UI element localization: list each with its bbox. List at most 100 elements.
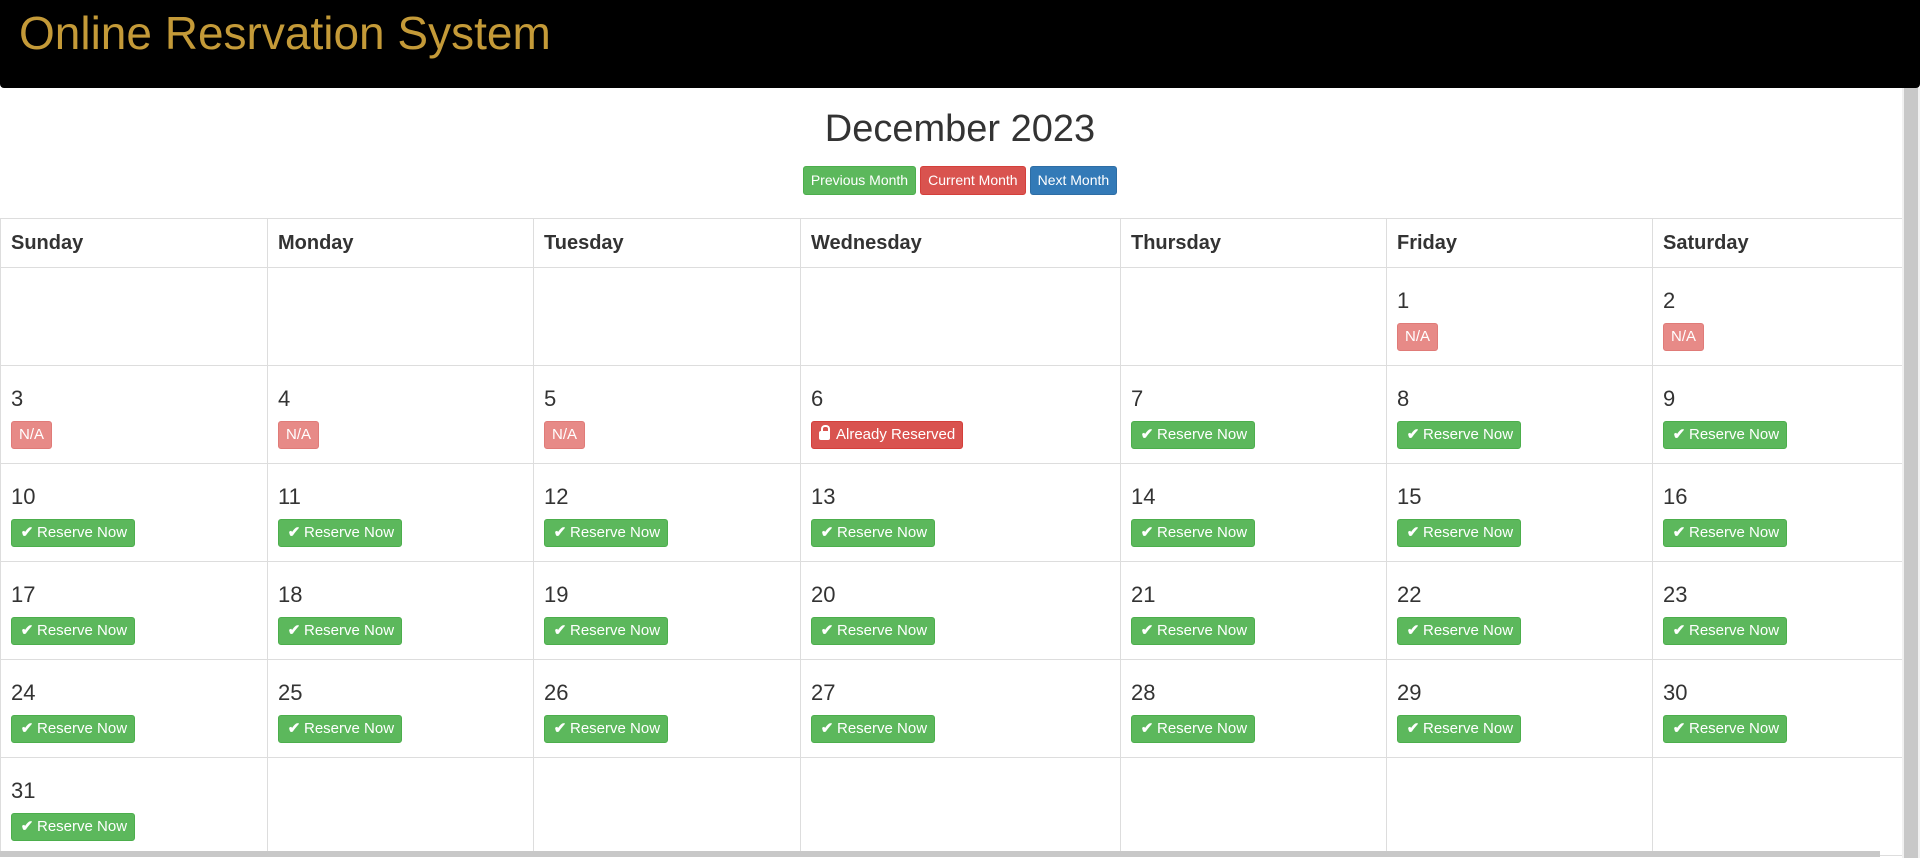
reserve-now-button[interactable]: ✔ Reserve Now: [1131, 519, 1256, 547]
calendar-day-cell: 16 ✔ Reserve Now: [1652, 463, 1903, 562]
checkmark-icon: ✔: [1672, 622, 1686, 639]
calendar-day-cell: 30 ✔ Reserve Now: [1652, 659, 1903, 758]
weekday-header: Sunday: [0, 218, 268, 268]
calendar-day-cell: 6 Already Reserved: [800, 365, 1121, 464]
checkmark-icon: ✔: [1406, 524, 1420, 541]
calendar-day-cell: 28 ✔ Reserve Now: [1120, 659, 1387, 758]
app-title[interactable]: Online Resrvation System: [19, 6, 551, 60]
reserve-now-button[interactable]: ✔ Reserve Now: [1397, 617, 1522, 645]
reserve-now-label: Reserve Now: [1157, 524, 1248, 541]
lock-icon: [819, 425, 830, 440]
reserve-now-label: Reserve Now: [37, 524, 128, 541]
calendar-empty-cell: [533, 267, 801, 366]
day-number: 4: [278, 386, 291, 411]
weekday-header: Thursday: [1120, 218, 1387, 268]
calendar-day-cell: 4 N/A: [267, 365, 534, 464]
calendar-empty-cell: [800, 267, 1121, 366]
calendar-day-cell: 12 ✔ Reserve Now: [533, 463, 801, 562]
vertical-scrollbar-thumb[interactable]: [1904, 88, 1918, 858]
reserve-now-label: Reserve Now: [837, 720, 928, 737]
day-number: 23: [1663, 582, 1688, 607]
calendar-day-cell: 29 ✔ Reserve Now: [1386, 659, 1653, 758]
weekday-header: Saturday: [1652, 218, 1903, 268]
already-reserved-label: Already Reserved: [836, 426, 956, 443]
not-available-badge: N/A: [11, 421, 53, 449]
reserve-now-button[interactable]: ✔ Reserve Now: [1663, 519, 1788, 547]
checkmark-icon: ✔: [1140, 524, 1154, 541]
reserve-now-label: Reserve Now: [1423, 720, 1514, 737]
reserve-now-button[interactable]: ✔ Reserve Now: [11, 519, 136, 547]
reserve-now-label: Reserve Now: [1689, 622, 1780, 639]
reserve-now-button[interactable]: ✔ Reserve Now: [278, 519, 403, 547]
checkmark-icon: ✔: [1140, 622, 1154, 639]
calendar-week-row: 3 N/A 4 N/A 5 N/A 6 Already Reserved 7 ✔ Reserve N…: [0, 365, 1903, 464]
day-number: 2: [1663, 288, 1676, 313]
reserve-now-label: Reserve Now: [1157, 720, 1248, 737]
not-available-label: N/A: [19, 426, 45, 443]
reserve-now-button[interactable]: ✔ Reserve Now: [11, 813, 136, 841]
reserve-now-button[interactable]: ✔ Reserve Now: [1131, 617, 1256, 645]
reserve-now-button[interactable]: ✔ Reserve Now: [1397, 519, 1522, 547]
checkmark-icon: ✔: [553, 622, 567, 639]
reserve-now-button[interactable]: ✔ Reserve Now: [278, 617, 403, 645]
calendar-empty-cell: [1120, 757, 1387, 856]
weekday-header: Friday: [1386, 218, 1653, 268]
calendar-day-cell: 13 ✔ Reserve Now: [800, 463, 1121, 562]
calendar-week-row: 31 ✔ Reserve Now: [0, 757, 1903, 856]
reserve-now-button[interactable]: ✔ Reserve Now: [544, 617, 669, 645]
reserve-now-label: Reserve Now: [304, 720, 395, 737]
reserve-now-button[interactable]: ✔ Reserve Now: [1663, 617, 1788, 645]
day-number: 16: [1663, 484, 1688, 509]
day-number: 28: [1131, 680, 1156, 705]
top-navbar: Online Resrvation System: [0, 0, 1920, 88]
day-number: 22: [1397, 582, 1422, 607]
day-number: 26: [544, 680, 569, 705]
day-number: 27: [811, 680, 836, 705]
reserve-now-button[interactable]: ✔ Reserve Now: [544, 715, 669, 743]
calendar-day-cell: 15 ✔ Reserve Now: [1386, 463, 1653, 562]
day-number: 10: [11, 484, 36, 509]
horizontal-scrollbar[interactable]: [0, 851, 1880, 857]
day-number: 20: [811, 582, 836, 607]
not-available-label: N/A: [1671, 328, 1697, 345]
reserve-now-button[interactable]: ✔ Reserve Now: [11, 617, 136, 645]
reserve-now-label: Reserve Now: [1423, 426, 1514, 443]
checkmark-icon: ✔: [1672, 720, 1686, 737]
calendar-day-cell: 23 ✔ Reserve Now: [1652, 561, 1903, 660]
day-number: 1: [1397, 288, 1410, 313]
reserve-now-button[interactable]: ✔ Reserve Now: [1397, 715, 1522, 743]
reserve-now-button[interactable]: ✔ Reserve Now: [544, 519, 669, 547]
reserve-now-label: Reserve Now: [1423, 524, 1514, 541]
reserve-now-button[interactable]: ✔ Reserve Now: [811, 715, 936, 743]
weekday-header: Monday: [267, 218, 534, 268]
calendar-day-cell: 27 ✔ Reserve Now: [800, 659, 1121, 758]
reserve-now-button[interactable]: ✔ Reserve Now: [1131, 715, 1256, 743]
calendar-day-cell: 1 N/A: [1386, 267, 1653, 366]
previous-month-button[interactable]: Previous Month: [802, 166, 917, 195]
current-month-button[interactable]: Current Month: [920, 166, 1026, 195]
reserve-now-button[interactable]: ✔ Reserve Now: [1663, 421, 1788, 449]
next-month-button[interactable]: Next Month: [1029, 166, 1118, 195]
reserve-now-button[interactable]: ✔ Reserve Now: [278, 715, 403, 743]
reserve-now-button[interactable]: ✔ Reserve Now: [1397, 421, 1522, 449]
vertical-scrollbar[interactable]: [1902, 88, 1920, 858]
reserve-now-label: Reserve Now: [37, 818, 128, 835]
reserve-now-button[interactable]: ✔ Reserve Now: [1663, 715, 1788, 743]
calendar-week-row: 1 N/A 2 N/A: [0, 267, 1903, 366]
calendar-empty-cell: [1386, 757, 1653, 856]
day-number: 9: [1663, 386, 1676, 411]
checkmark-icon: ✔: [1406, 720, 1420, 737]
reserve-now-button[interactable]: ✔ Reserve Now: [811, 617, 936, 645]
checkmark-icon: ✔: [287, 524, 301, 541]
day-number: 24: [11, 680, 36, 705]
not-available-badge: N/A: [544, 421, 586, 449]
calendar-day-cell: 26 ✔ Reserve Now: [533, 659, 801, 758]
reserve-now-button[interactable]: ✔ Reserve Now: [11, 715, 136, 743]
calendar-week-row: 10 ✔ Reserve Now 11 ✔ Reserve Now 12 ✔ Reserve N…: [0, 463, 1903, 562]
calendar-day-cell: 19 ✔ Reserve Now: [533, 561, 801, 660]
reserve-now-button[interactable]: ✔ Reserve Now: [1131, 421, 1256, 449]
calendar-week-row: 17 ✔ Reserve Now 18 ✔ Reserve Now 19 ✔ Reserve N…: [0, 561, 1903, 660]
not-available-label: N/A: [1405, 328, 1431, 345]
calendar-day-cell: 24 ✔ Reserve Now: [0, 659, 268, 758]
reserve-now-button[interactable]: ✔ Reserve Now: [811, 519, 936, 547]
